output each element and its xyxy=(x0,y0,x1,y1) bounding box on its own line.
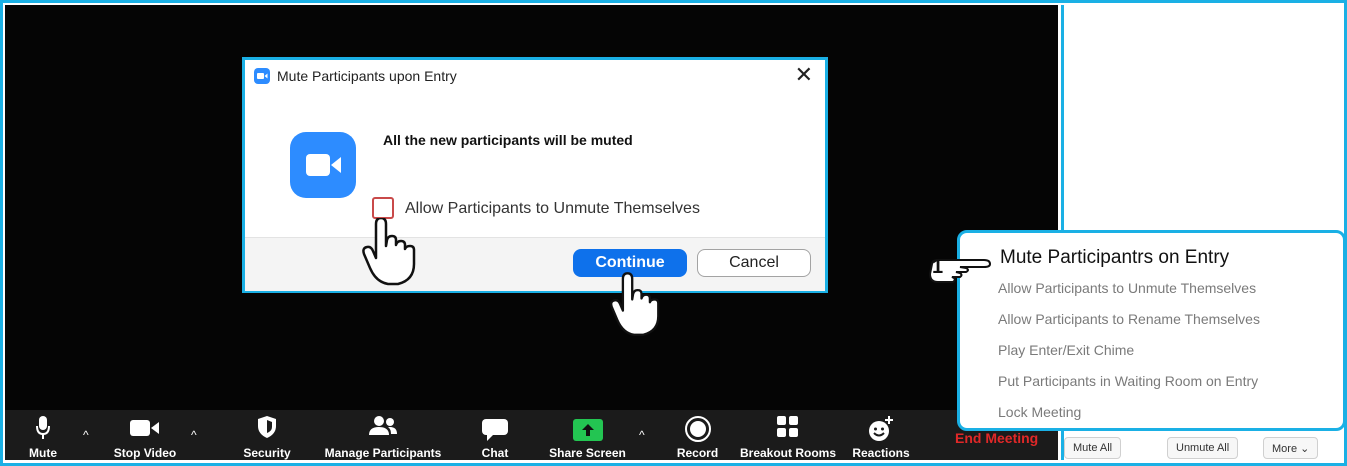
reactions-button[interactable]: Reactions xyxy=(848,410,914,460)
zoom-logo-icon xyxy=(290,132,356,198)
record-button[interactable]: Record xyxy=(670,410,725,460)
pointer-hand-icon xyxy=(362,218,416,286)
breakout-rooms-button[interactable]: Breakout Rooms xyxy=(738,410,838,460)
share-screen-button[interactable]: Share Screen xyxy=(545,410,630,460)
menu-item-allow-unmute[interactable]: Allow Participants to Unmute Themselves xyxy=(998,280,1256,296)
menu-item-lock-meeting[interactable]: Lock Meeting xyxy=(998,404,1081,420)
breakout-rooms-icon xyxy=(777,416,798,437)
step-badge: 1 xyxy=(926,254,992,289)
more-options-menu: Mute Participantrs on Entry Allow Partic… xyxy=(957,230,1346,431)
mute-on-entry-dialog: Mute Participants upon Entry ✕ All the n… xyxy=(242,57,828,293)
mute-all-button[interactable]: Mute All xyxy=(1064,437,1122,459)
dialog-footer: Continue Cancel xyxy=(245,237,825,291)
pointer-hand-icon xyxy=(610,272,660,336)
manage-participants-label: Manage Participants xyxy=(324,446,442,460)
record-icon xyxy=(684,416,711,442)
menu-item-enter-exit-chime[interactable]: Play Enter/Exit Chime xyxy=(998,342,1134,358)
share-screen-icon xyxy=(572,419,603,441)
share-screen-label: Share Screen xyxy=(549,446,626,460)
dialog-title: Mute Participants upon Entry xyxy=(277,68,457,84)
more-button[interactable]: More ⌄ xyxy=(1263,437,1319,459)
menu-item-mute-on-entry[interactable]: Mute Participantrs on Entry xyxy=(1000,247,1229,269)
manage-participants-button[interactable]: Manage Participants xyxy=(318,410,448,460)
meeting-toolbar: Mute ^ Stop Video ^ Security Manage Part… xyxy=(5,410,1058,460)
chat-button[interactable]: Chat xyxy=(470,410,520,460)
chat-icon xyxy=(482,419,508,441)
share-options-caret[interactable]: ^ xyxy=(639,428,645,442)
stop-video-button[interactable]: Stop Video xyxy=(105,410,185,460)
security-label: Security xyxy=(243,446,291,460)
allow-unmute-checkbox[interactable] xyxy=(372,197,394,219)
stop-video-label: Stop Video xyxy=(113,446,177,460)
breakout-rooms-label: Breakout Rooms xyxy=(739,446,837,460)
reactions-label: Reactions xyxy=(852,446,910,460)
microphone-icon xyxy=(36,416,50,439)
mute-label: Mute xyxy=(29,446,57,460)
close-icon[interactable]: ✕ xyxy=(795,62,813,88)
menu-item-allow-rename[interactable]: Allow Participants to Rename Themselves xyxy=(998,311,1260,327)
allow-unmute-label[interactable]: Allow Participants to Unmute Themselves xyxy=(405,200,700,218)
end-meeting-button[interactable]: End Meeting xyxy=(955,430,1038,446)
shield-icon xyxy=(258,416,276,438)
security-button[interactable]: Security xyxy=(237,410,297,460)
participants-icon xyxy=(369,416,397,435)
unmute-all-button[interactable]: Unmute All xyxy=(1167,437,1239,459)
cancel-button[interactable]: Cancel xyxy=(697,249,811,277)
step-number: 1 xyxy=(932,256,944,278)
smiley-plus-icon xyxy=(869,416,893,441)
dialog-message: All the new participants will be muted xyxy=(383,132,633,148)
zoom-app-icon xyxy=(254,68,270,84)
audio-options-caret[interactable]: ^ xyxy=(83,428,89,442)
video-camera-icon xyxy=(130,420,159,436)
chat-label: Chat xyxy=(481,446,509,460)
video-options-caret[interactable]: ^ xyxy=(191,428,197,442)
dialog-titlebar: Mute Participants upon Entry xyxy=(254,68,457,84)
mute-button[interactable]: Mute xyxy=(23,410,63,460)
record-label: Record xyxy=(676,446,719,460)
menu-item-waiting-room[interactable]: Put Participants in Waiting Room on Entr… xyxy=(998,373,1258,389)
